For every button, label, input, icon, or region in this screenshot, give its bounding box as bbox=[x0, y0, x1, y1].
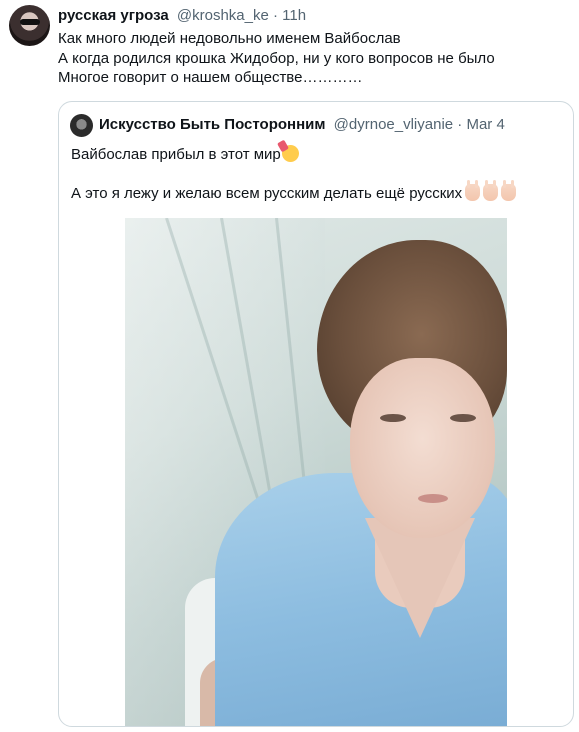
tweet-header: русская угроза @kroshka_ke · 11h bbox=[58, 7, 306, 24]
quoted-text: Вайбослав прибыл в этот мир bbox=[71, 146, 281, 163]
quoted-author-handle[interactable]: @dyrnoe_vliyanie bbox=[334, 116, 453, 133]
quoted-tweet-header: Искусство Быть Посторонним @dyrnoe_vliya… bbox=[99, 116, 505, 133]
lips bbox=[418, 494, 448, 503]
author-avatar[interactable] bbox=[9, 5, 50, 46]
author-handle[interactable]: @kroshka_ke bbox=[177, 7, 269, 24]
quoted-text: А это я лежу и желаю всем русским делать… bbox=[71, 185, 463, 202]
tweet-text: Как много людей недовольно именем Вайбос… bbox=[58, 29, 495, 88]
header-separator: · bbox=[273, 7, 278, 24]
quoted-tweet-timestamp[interactable]: Mar 4 bbox=[466, 116, 504, 133]
quoted-author-name[interactable]: Искусство Быть Посторонним bbox=[99, 116, 325, 133]
quoted-text-line: А это я лежу и желаю всем русским делать… bbox=[71, 180, 517, 202]
quoted-header-separator: · bbox=[457, 116, 463, 133]
quoted-author-avatar[interactable] bbox=[70, 114, 93, 137]
tweet-timestamp[interactable]: 11h bbox=[282, 7, 306, 24]
left-eye bbox=[380, 414, 406, 422]
quoted-text-line: Вайбослав прибыл в этот мир bbox=[71, 145, 299, 163]
quoted-tweet[interactable]: Искусство Быть Посторонним @dyrnoe_vliya… bbox=[58, 101, 574, 727]
rock-on-hand-icon bbox=[483, 180, 499, 201]
party-face-emoji-icon bbox=[281, 145, 299, 162]
author-name[interactable]: русская угроза bbox=[58, 7, 169, 24]
tweet-text-line: Многое говорит о нашем обществе………… bbox=[58, 69, 363, 86]
rock-on-hand-icon bbox=[501, 180, 517, 201]
right-eye bbox=[450, 414, 476, 422]
face bbox=[350, 358, 495, 538]
tweet-text-line: А когда родился крошка Жидобор, ни у ког… bbox=[58, 49, 495, 67]
rock-on-hand-icon bbox=[465, 180, 481, 201]
quoted-photo[interactable] bbox=[125, 218, 507, 726]
tweet[interactable]: русская угроза @kroshka_ke · 11h Как мно… bbox=[0, 0, 579, 732]
avatar-sunglasses bbox=[20, 19, 40, 25]
tweet-text-line: Как много людей недовольно именем Вайбос… bbox=[58, 30, 401, 47]
